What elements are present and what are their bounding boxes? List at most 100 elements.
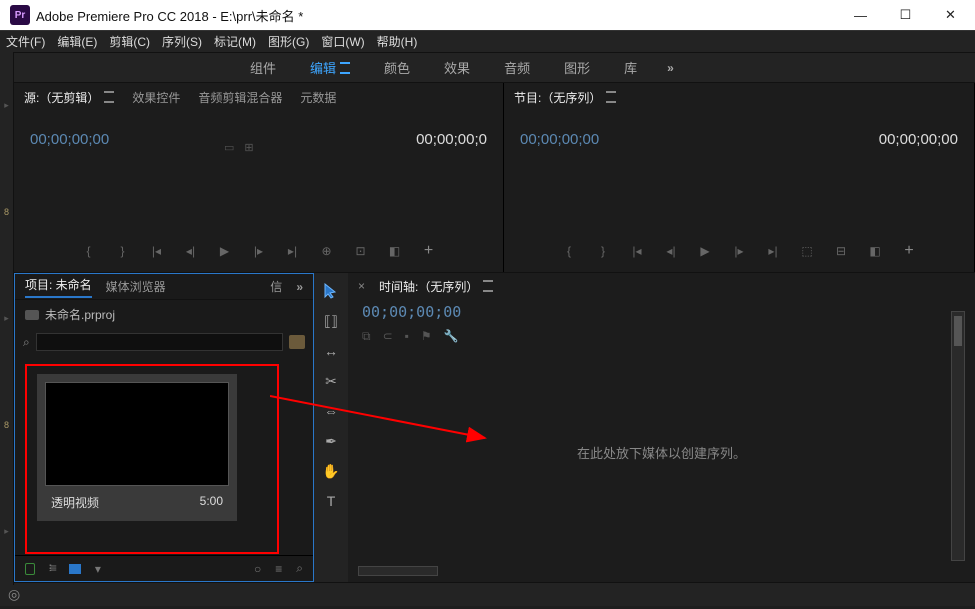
ws-tab-audio[interactable]: 音频	[500, 56, 534, 79]
overwrite-icon[interactable]: ⊡	[352, 242, 370, 260]
ws-tab-editing[interactable]: 编辑	[306, 56, 354, 79]
sort-icon[interactable]: ≡	[275, 562, 282, 576]
menu-help[interactable]: 帮助(H)	[377, 33, 418, 50]
cc-sync-icon[interactable]: ◎	[8, 586, 20, 603]
slip-tool-icon[interactable]: ⇔	[321, 401, 341, 421]
step-back-icon[interactable]: ◂|	[182, 242, 200, 260]
project-search-input[interactable]	[36, 333, 283, 351]
insert-icon[interactable]: ⊕	[318, 242, 336, 260]
maximize-button[interactable]: ☐	[883, 0, 928, 30]
selection-tool-icon[interactable]	[321, 281, 341, 301]
find-icon[interactable]: ⌕	[296, 561, 303, 576]
add-button-icon[interactable]: +	[900, 242, 918, 260]
step-fwd-icon[interactable]: |▸	[250, 242, 268, 260]
timeline-toggle-icons: ⧉ ⊂ ▪ ⚑ 🔧	[348, 325, 975, 348]
menu-graphics[interactable]: 图形(G)	[268, 33, 309, 50]
source-timecode-out: 00;00;00;0	[416, 131, 487, 148]
minimize-button[interactable]: —	[838, 0, 883, 30]
status-bar: ◎	[0, 582, 975, 606]
menu-file[interactable]: 文件(F)	[6, 33, 45, 50]
tab-info-partial[interactable]: 信	[270, 278, 282, 295]
linked-selection-icon[interactable]: ⊂	[383, 329, 393, 344]
source-timecode-in[interactable]: 00;00;00;00	[30, 131, 109, 148]
ws-tab-assembly[interactable]: 组件	[246, 56, 280, 79]
zoom-slider-icon[interactable]: ○	[254, 562, 261, 576]
ws-tab-effects[interactable]: 效果	[440, 56, 474, 79]
timeline-drop-hint: 在此处放下媒体以创建序列。	[348, 443, 975, 462]
icon-view-icon[interactable]	[69, 564, 81, 574]
ripple-edit-tool-icon[interactable]: ↔	[321, 341, 341, 361]
menu-marker[interactable]: 标记(M)	[214, 33, 256, 50]
ws-tab-library[interactable]: 库	[620, 56, 641, 79]
program-timecode-in[interactable]: 00;00;00;00	[520, 131, 599, 148]
fit-icon[interactable]: ▭	[224, 141, 234, 154]
tab-timeline[interactable]: 时间轴:（无序列）	[379, 278, 493, 295]
goto-out-icon[interactable]: ▸|	[284, 242, 302, 260]
ws-tab-color[interactable]: 颜色	[380, 56, 414, 79]
mark-out-icon[interactable]: }	[114, 242, 132, 260]
goto-in-icon[interactable]: |◂	[628, 242, 646, 260]
resolution-icon[interactable]: ⊞	[244, 141, 253, 154]
lock-icon[interactable]	[25, 563, 35, 575]
pen-tool-icon[interactable]: ✒	[321, 431, 341, 451]
search-icon[interactable]: ⌕	[23, 335, 30, 350]
mark-in-icon[interactable]: {	[80, 242, 98, 260]
wrench-icon[interactable]: 🔧	[444, 329, 459, 344]
mark-out-icon[interactable]: }	[594, 242, 612, 260]
goto-out-icon[interactable]: ▸|	[764, 242, 782, 260]
snap-icon[interactable]: ⧉	[362, 329, 371, 344]
tab-media-browser[interactable]: 媒体浏览器	[106, 278, 166, 295]
project-file-row[interactable]: 未命名.prproj	[15, 300, 313, 329]
title-bar: Pr Adobe Premiere Pro CC 2018 - E:\prr\未…	[0, 0, 975, 30]
workspace-tabs: 组件 编辑 颜色 效果 音频 图形 库 »	[0, 52, 975, 82]
tab-source[interactable]: 源:（无剪辑）	[24, 89, 114, 106]
timeline-close-icon[interactable]: ×	[358, 279, 365, 293]
play-icon[interactable]: ▶	[216, 242, 234, 260]
play-icon[interactable]: ▶	[696, 242, 714, 260]
lift-icon[interactable]: ⬚	[798, 242, 816, 260]
menu-sequence[interactable]: 序列(S)	[162, 33, 202, 50]
type-tool-icon[interactable]: T	[321, 491, 341, 511]
track-select-tool-icon[interactable]: ⟦⟧	[321, 311, 341, 331]
source-fit-icons[interactable]: ▭ ⊞	[224, 141, 254, 154]
timeline-vertical-scrollbar[interactable]	[951, 311, 965, 561]
settings-icon[interactable]: ⚑	[421, 329, 432, 344]
add-button-icon[interactable]: +	[420, 242, 438, 260]
menu-edit[interactable]: 编辑(E)	[57, 33, 97, 50]
menu-window[interactable]: 窗口(W)	[321, 33, 364, 50]
timeline-panel[interactable]: × 时间轴:（无序列） 00;00;00;00 ⧉ ⊂ ▪ ⚑ 🔧 在此处放下媒…	[348, 273, 975, 582]
extract-icon[interactable]: ⊟	[832, 242, 850, 260]
menu-clip[interactable]: 剪辑(C)	[109, 33, 150, 50]
source-panel: 源:（无剪辑） 效果控件 音频剪辑混合器 元数据 00;00;00;00 00;…	[14, 83, 504, 272]
tab-metadata[interactable]: 元数据	[300, 89, 336, 106]
hand-tool-icon[interactable]: ✋	[321, 461, 341, 481]
export-frame-icon[interactable]: ◧	[866, 242, 884, 260]
freeform-view-icon[interactable]: ▾	[95, 562, 101, 576]
step-fwd-icon[interactable]: |▸	[730, 242, 748, 260]
close-button[interactable]: ✕	[928, 0, 973, 30]
tab-audio-mixer[interactable]: 音频剪辑混合器	[198, 89, 282, 106]
goto-in-icon[interactable]: |◂	[148, 242, 166, 260]
timeline-timecode[interactable]: 00;00;00;00	[348, 299, 975, 325]
timeline-horizontal-scrollbar[interactable]	[358, 566, 438, 576]
ws-tab-graphics[interactable]: 图形	[560, 56, 594, 79]
tab-effect-controls[interactable]: 效果控件	[132, 89, 180, 106]
mark-in-icon[interactable]: {	[560, 242, 578, 260]
ws-more-button[interactable]: »	[667, 61, 674, 75]
export-frame-icon[interactable]: ◧	[386, 242, 404, 260]
marker-icon[interactable]: ▪	[405, 329, 409, 344]
clip-card[interactable]: 透明视频 5:00	[37, 374, 237, 521]
clip-duration: 5:00	[200, 494, 223, 511]
bin-icon	[25, 310, 39, 320]
new-item-icon[interactable]	[289, 335, 305, 349]
project-footer: ፧≡ ▾ ○ ≡ ⌕	[15, 555, 313, 581]
step-back-icon[interactable]: ◂|	[662, 242, 680, 260]
razor-tool-icon[interactable]: ✂	[321, 371, 341, 391]
tab-project[interactable]: 项目: 未命名	[25, 276, 92, 298]
list-view-icon[interactable]: ፧≡	[49, 561, 55, 576]
clip-thumbnail[interactable]	[45, 382, 229, 486]
project-tabs-more[interactable]: »	[296, 280, 303, 294]
tab-program[interactable]: 节目:（无序列）	[514, 89, 616, 106]
tool-palette: ⟦⟧ ↔ ✂ ⇔ ✒ ✋ T	[314, 273, 348, 582]
program-panel: 节目:（无序列） 00;00;00;00 00;00;00;00 { } |◂ …	[504, 83, 975, 272]
